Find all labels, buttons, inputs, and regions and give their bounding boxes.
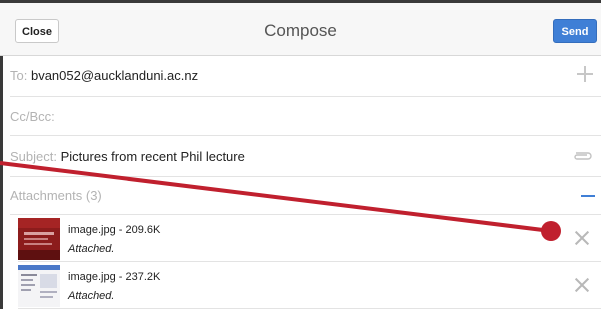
to-value: bvan052@aucklanduni.ac.nz <box>30 68 199 83</box>
plus-icon[interactable] <box>577 66 593 82</box>
compose-header: Compose Close Send <box>0 3 601 56</box>
attachment-name: image.jpg - 209.6K <box>68 224 161 236</box>
attachment-item[interactable]: image.jpg - 209.6K Attached. <box>18 215 601 262</box>
attachment-thumbnail <box>18 265 60 307</box>
close-button[interactable]: Close <box>15 19 59 43</box>
close-icon[interactable] <box>575 231 589 245</box>
minus-icon[interactable] <box>581 195 595 197</box>
attachment-status: Attached. <box>68 290 115 302</box>
attachments-label: Attachments (3) <box>10 188 102 203</box>
attachment-status: Attached. <box>68 243 115 255</box>
attachment-thumbnail <box>18 218 60 260</box>
to-field[interactable]: To: bvan052@aucklanduni.ac.nz <box>10 54 601 97</box>
paperclip-icon[interactable] <box>573 150 593 162</box>
send-button[interactable]: Send <box>553 19 597 43</box>
attachments-header[interactable]: Attachments (3) <box>10 177 601 215</box>
to-label: To: <box>10 68 28 83</box>
subject-label: Subject: <box>10 149 57 164</box>
close-icon[interactable] <box>575 278 589 292</box>
attachment-item[interactable]: image.jpg - 237.2K Attached. <box>18 262 601 309</box>
compose-window: Compose Close Send To: bvan052@aucklandu… <box>0 0 601 309</box>
subject-value: Pictures from recent Phil lecture <box>60 149 245 164</box>
cc-bcc-label: Cc/Bcc: <box>10 109 55 124</box>
attachment-name: image.jpg - 237.2K <box>68 271 161 283</box>
page-title: Compose <box>264 21 337 40</box>
subject-field[interactable]: Subject: Pictures from recent Phil lectu… <box>10 136 601 177</box>
cc-bcc-field[interactable]: Cc/Bcc: <box>10 97 601 136</box>
